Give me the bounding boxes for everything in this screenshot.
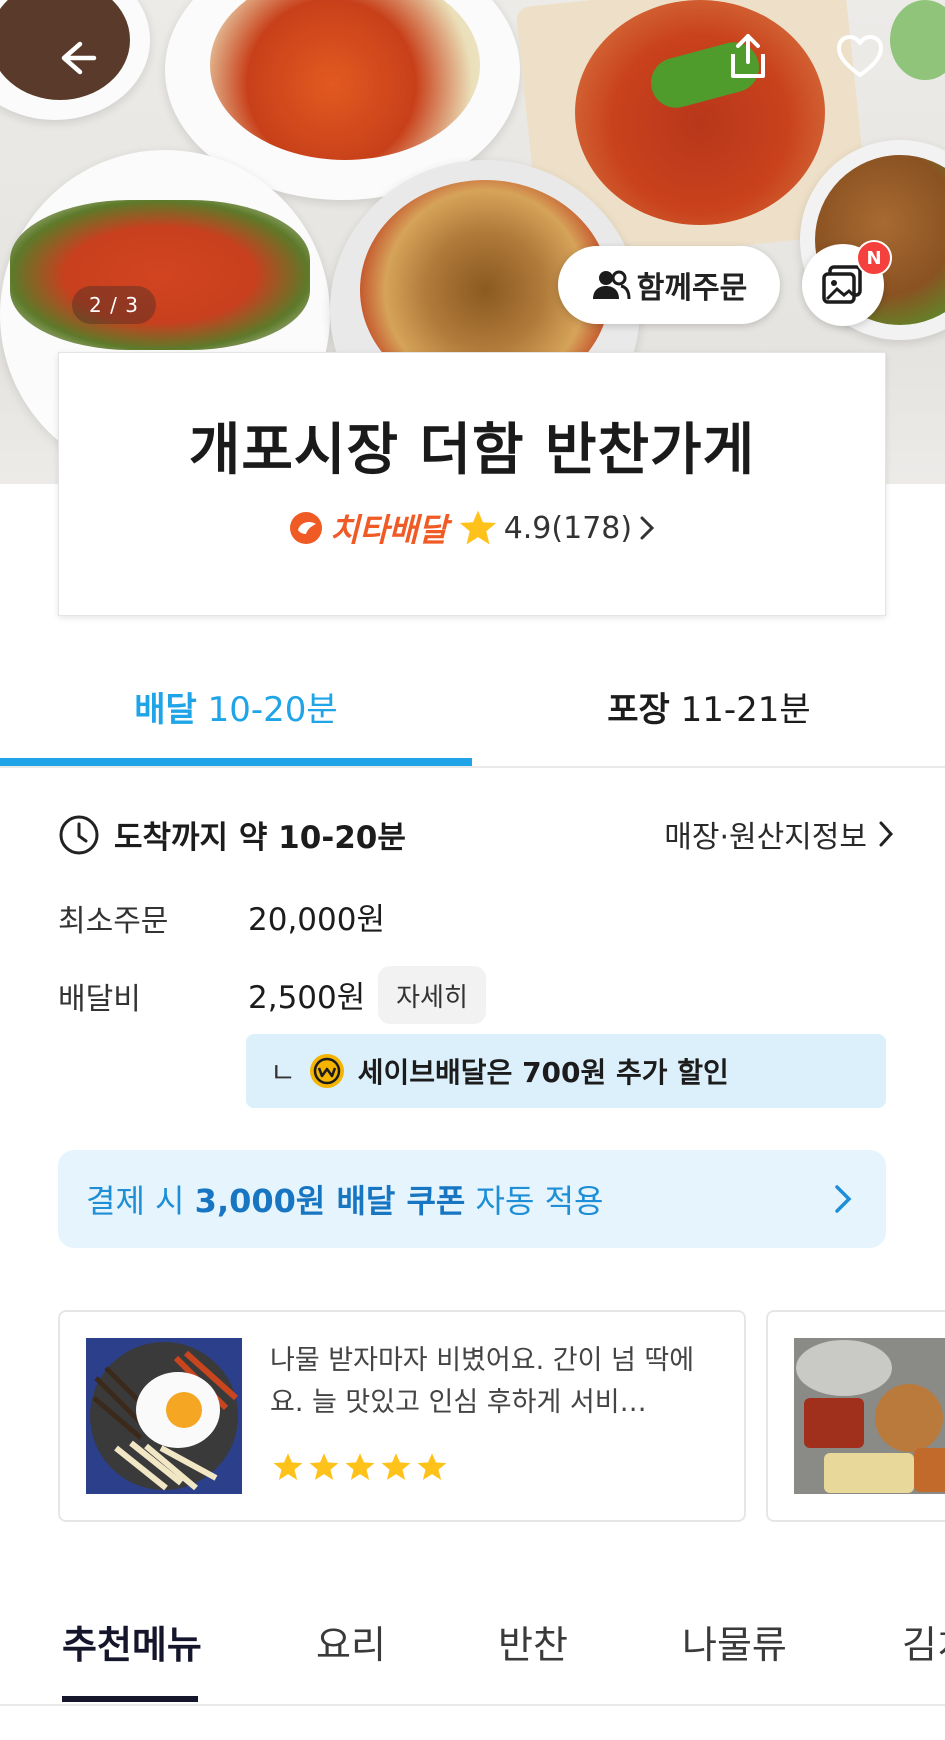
delivery-fee-value: 2,500원 (248, 980, 366, 1016)
star-icon (417, 1453, 447, 1481)
tab-dishes[interactable]: 요리 (316, 1614, 386, 1669)
delivery-coupon-banner[interactable]: 결제 시 3,000원 배달 쿠폰 자동 적용 (58, 1150, 886, 1248)
tab-pickup-time: 11-21분 (680, 690, 811, 730)
review-rating-stars (272, 1452, 448, 1482)
min-order-value: 20,000원 (248, 902, 385, 938)
cheetah-delivery-badge: 치타배달 (288, 505, 448, 551)
star-icon (273, 1453, 303, 1481)
tab-kimchi[interactable]: 김치 (902, 1614, 945, 1669)
store-origin-info-link[interactable]: 매장·원산지정보 (664, 812, 895, 856)
min-order-label: 최소주문 (58, 904, 169, 939)
star-icon (309, 1453, 339, 1481)
food-garnish (890, 0, 945, 80)
chevron-right-icon (879, 821, 894, 847)
delivery-brand-label: 치타배달 (329, 511, 448, 549)
new-badge: N (856, 240, 892, 276)
back-arrow-icon[interactable] (48, 30, 104, 86)
tab-recommended[interactable]: 추천메뉴 (62, 1614, 202, 1669)
cheetah-logo-icon (289, 512, 322, 544)
chevron-right-icon (835, 1185, 852, 1213)
food-dish (10, 200, 310, 350)
active-tab-indicator (0, 758, 472, 766)
review-photo (794, 1338, 945, 1494)
store-name: 개포시장 더함 반찬가게 (188, 418, 756, 483)
save-prefix: ㄴ (270, 1056, 296, 1089)
photo-gallery-icon (822, 265, 862, 304)
save-delivery-notice: ㄴ 세이브배달은 700원 추가 할인 (246, 1034, 886, 1108)
tab-pickup-label: 포장 (607, 690, 670, 730)
store-origin-info-label: 매장·원산지정보 (664, 820, 867, 855)
store-meta[interactable]: 치타배달 4.9(178) (59, 505, 885, 551)
star-icon (459, 510, 496, 545)
arrival-time-label: 도착까지 약 10-20분 (114, 820, 406, 856)
delivery-mode-tabs: 배달 10-20분 포장 11-21분 (0, 640, 945, 768)
save-delivery-icon (309, 1054, 344, 1088)
group-order-label: 함께주문 (636, 271, 748, 306)
coupon-prefix: 결제 시 (86, 1182, 185, 1220)
tab-delivery[interactable]: 배달 10-20분 (0, 682, 472, 731)
tab-delivery-time: 10-20분 (207, 690, 338, 730)
review-card[interactable]: 나물 받자마자 비볐어요. 간이 넘 딱에요. 늘 맛있고 인심 후하게 서비… (58, 1310, 746, 1522)
coupon-highlight: 3,000원 배달 쿠폰 (194, 1182, 466, 1220)
tab-side-dishes[interactable]: 반찬 (498, 1614, 568, 1669)
store-card: 개포시장 더함 반찬가게 치타배달 4.9(178) (58, 352, 886, 616)
menu-category-tabs: 추천메뉴 요리 반찬 나물류 김치 (0, 1568, 945, 1706)
chevron-right-icon (640, 516, 655, 540)
heart-icon[interactable] (832, 28, 888, 84)
coupon-suffix: 자동 적용 (475, 1182, 604, 1220)
review-text: 나물 받자마자 비볐어요. 간이 넘 딱에요. 늘 맛있고 인심 후하게 서비… (270, 1345, 695, 1418)
share-icon[interactable] (720, 28, 776, 84)
photo-counter: 2 / 3 (72, 286, 156, 324)
store-rating[interactable]: 4.9(178) (458, 509, 656, 547)
people-icon (592, 270, 631, 300)
rating-value: 4.9(178) (503, 510, 633, 546)
save-delivery-text: 세이브배달은 700원 추가 할인 (357, 1056, 729, 1089)
active-category-indicator (62, 1696, 198, 1702)
arrival-time-row: 도착까지 약 10-20분 (58, 812, 406, 857)
tab-delivery-label: 배달 (134, 690, 197, 730)
delivery-fee-detail-button[interactable]: 자세히 (378, 966, 486, 1024)
review-photo (86, 1338, 242, 1494)
food-dish (575, 0, 825, 225)
group-order-button[interactable]: 함께주문 (558, 246, 780, 324)
tab-namul[interactable]: 나물류 (682, 1614, 787, 1669)
review-card[interactable] (766, 1310, 945, 1522)
star-icon (381, 1453, 411, 1481)
star-icon (345, 1453, 375, 1481)
delivery-fee-label: 배달비 (58, 982, 141, 1017)
tab-pickup[interactable]: 포장 11-21분 (473, 682, 945, 731)
clock-icon (59, 815, 99, 854)
